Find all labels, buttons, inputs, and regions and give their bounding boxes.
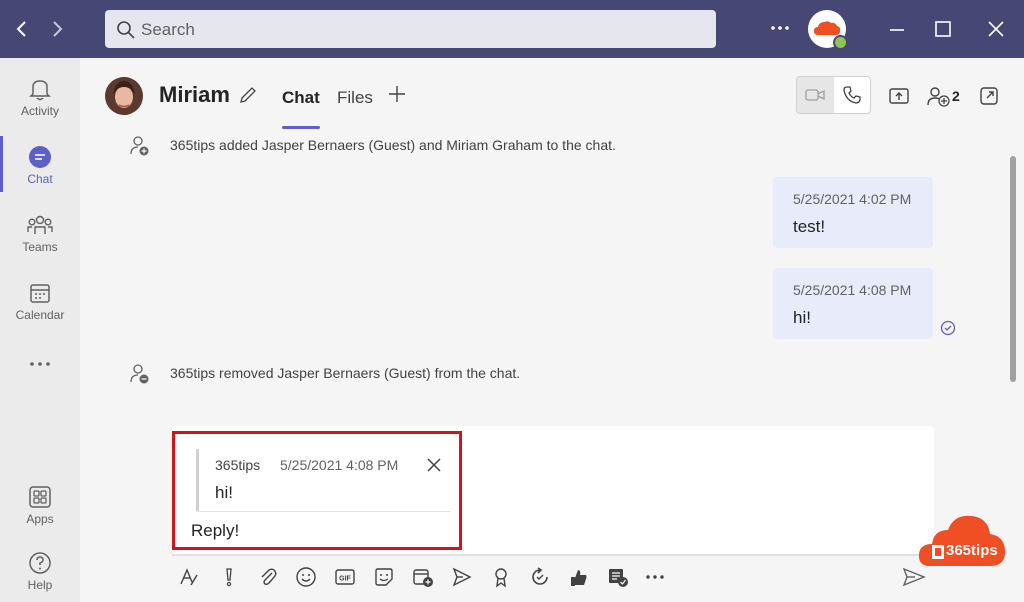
help-icon: [29, 552, 51, 574]
chat-icon: [29, 146, 51, 168]
rail-item-calendar[interactable]: Calendar: [0, 268, 80, 332]
apps-icon: [29, 486, 51, 508]
presence-badge: [833, 35, 848, 50]
phone-icon[interactable]: [842, 85, 862, 105]
rail-item-help[interactable]: Help: [0, 538, 80, 602]
ellipsis-icon[interactable]: [28, 354, 52, 374]
rail-item-apps[interactable]: Apps: [0, 472, 80, 536]
pop-out-icon[interactable]: [978, 85, 1000, 107]
search-box[interactable]: Search: [105, 10, 716, 48]
loop-icon[interactable]: [529, 566, 551, 588]
profile-avatar[interactable]: [808, 10, 848, 50]
scrollbar[interactable]: [1010, 156, 1016, 382]
share-screen-icon[interactable]: [888, 85, 910, 107]
approvals-icon[interactable]: [568, 566, 590, 588]
important-icon[interactable]: [218, 566, 240, 588]
gif-icon[interactable]: GIF: [334, 566, 356, 588]
meet-now-icon[interactable]: [412, 566, 434, 588]
sticker-icon[interactable]: [373, 566, 395, 588]
forward-icon[interactable]: [45, 17, 69, 41]
back-icon[interactable]: [10, 17, 34, 41]
emoji-icon[interactable]: [295, 566, 317, 588]
contact-photo: [105, 77, 143, 115]
search-placeholder: Search: [141, 20, 195, 39]
title-bar: Search: [0, 0, 1024, 58]
teams-icon: [27, 215, 53, 234]
message-bubble[interactable]: 5/25/2021 4:02 PM test!: [773, 177, 933, 248]
rail-item-teams[interactable]: Teams: [0, 200, 80, 264]
message-timestamp: 5/25/2021 4:08 PM: [793, 282, 912, 298]
message-text: test!: [793, 217, 826, 236]
rail-label: Chat: [27, 172, 53, 186]
bell-icon: [29, 80, 51, 101]
read-receipt-icon: [940, 320, 956, 336]
video-call-button[interactable]: [797, 77, 834, 113]
person-add-icon: [130, 136, 149, 156]
participant-count[interactable]: 2: [952, 88, 960, 104]
chat-header: Miriam Chat Files 2: [80, 58, 1024, 132]
minimize-icon[interactable]: [885, 17, 909, 41]
rail-label: Activity: [20, 104, 59, 118]
video-icon: [805, 89, 825, 101]
brand-watermark: 365tips: [918, 510, 1008, 570]
stream-icon[interactable]: [451, 566, 473, 588]
person-remove-icon: [130, 364, 149, 384]
highlight-box: [172, 431, 462, 550]
format-icon[interactable]: [178, 566, 200, 588]
call-buttons: [796, 76, 871, 114]
close-icon[interactable]: [984, 17, 1008, 41]
more-options-icon[interactable]: [644, 566, 666, 588]
rail-item-activity[interactable]: Activity: [0, 64, 80, 128]
forms-icon[interactable]: [607, 566, 629, 588]
calendar-icon: [30, 284, 50, 303]
search-icon: [117, 21, 135, 39]
rail-label: Calendar: [15, 308, 65, 322]
praise-icon[interactable]: [490, 566, 512, 588]
svg-text:GIF: GIF: [339, 576, 351, 583]
people-add-icon[interactable]: [926, 85, 952, 107]
rail-label: Help: [27, 578, 53, 592]
compose-underline: [172, 554, 934, 556]
app-rail: Activity Chat Teams Calendar Apps Help: [0, 58, 80, 602]
chat-title: Miriam: [159, 82, 230, 107]
rail-item-chat[interactable]: Chat: [0, 132, 80, 196]
plus-icon[interactable]: [387, 84, 407, 104]
system-message-text: 365tips added Jasper Bernaers (Guest) an…: [170, 137, 616, 153]
brand-cloud-logo: [918, 515, 1006, 566]
more-icon[interactable]: [768, 16, 792, 40]
pencil-icon[interactable]: [238, 85, 258, 105]
rail-label: Apps: [26, 512, 54, 526]
message-bubble[interactable]: 5/25/2021 4:08 PM hi!: [773, 268, 933, 339]
watermark-text: 365tips: [946, 542, 998, 559]
contact-avatar[interactable]: [105, 77, 143, 115]
system-message-text: 365tips removed Jasper Bernaers (Guest) …: [170, 365, 521, 381]
message-text: hi!: [793, 308, 811, 327]
message-timestamp: 5/25/2021 4:02 PM: [793, 191, 912, 207]
rail-label: Teams: [22, 240, 58, 254]
tab-files[interactable]: Files: [337, 88, 373, 108]
maximize-icon[interactable]: [931, 17, 955, 41]
tab-chat[interactable]: Chat: [282, 88, 320, 129]
attach-icon[interactable]: [257, 566, 279, 588]
